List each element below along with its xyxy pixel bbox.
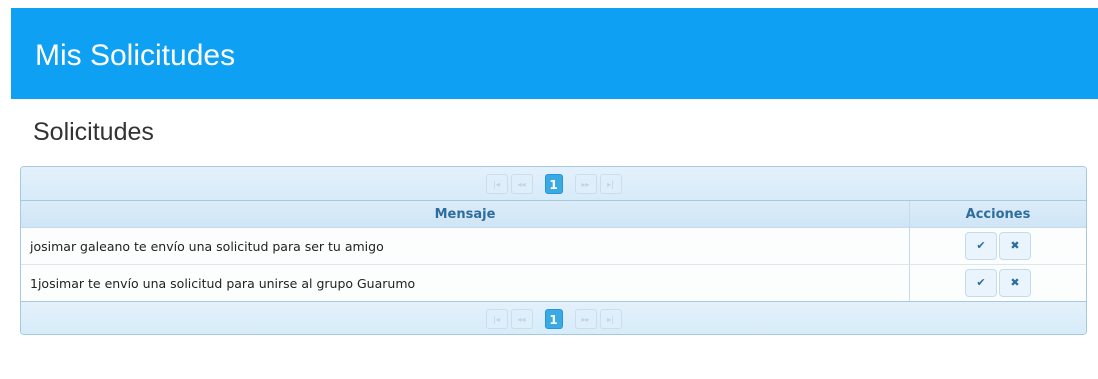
accept-button[interactable]: ✔: [965, 232, 997, 260]
requests-grid: |◂ ◂◂ 1 ▸▸ ▸| Mensaje Acciones josimar g…: [20, 166, 1087, 335]
row-actions: ✔ ✖: [909, 227, 1086, 265]
requests-table: Mensaje Acciones josimar galeano te enví…: [21, 201, 1086, 301]
page-title: Mis Solicitudes: [35, 39, 236, 72]
page-header: Mis Solicitudes: [11, 8, 1098, 99]
page-number-current[interactable]: 1: [544, 308, 563, 329]
accept-button[interactable]: ✔: [965, 269, 997, 297]
prev-page-icon[interactable]: ◂◂: [510, 308, 533, 329]
next-page-icon[interactable]: ▸▸: [574, 173, 597, 194]
reject-button[interactable]: ✖: [998, 269, 1031, 297]
row-actions: ✔ ✖: [910, 265, 1087, 302]
check-icon: ✔: [976, 239, 986, 252]
last-page-icon[interactable]: ▸|: [599, 308, 622, 329]
pager-bottom: |◂ ◂◂ 1 ▸▸ ▸|: [21, 301, 1086, 334]
check-icon: ✔: [976, 276, 986, 289]
row-message: 1josimar te envío una solicitud para uni…: [21, 264, 910, 301]
table-row: josimar galeano te envío una solicitud p…: [21, 227, 1086, 265]
column-header-mensaje[interactable]: Mensaje: [21, 201, 910, 228]
first-page-icon[interactable]: |◂: [485, 173, 508, 194]
table-header-row: Mensaje Acciones: [21, 201, 1086, 228]
row-message: josimar galeano te envío una solicitud p…: [21, 227, 910, 265]
first-page-icon[interactable]: |◂: [485, 308, 508, 329]
reject-button[interactable]: ✖: [998, 232, 1031, 260]
pager-top: |◂ ◂◂ 1 ▸▸ ▸|: [21, 167, 1086, 201]
last-page-icon[interactable]: ▸|: [599, 173, 622, 194]
table-row: 1josimar te envío una solicitud para uni…: [21, 264, 1087, 302]
page-number-current[interactable]: 1: [544, 173, 563, 194]
close-icon: ✖: [1010, 276, 1020, 289]
next-page-icon[interactable]: ▸▸: [574, 308, 597, 329]
column-header-acciones[interactable]: Acciones: [909, 201, 1086, 228]
prev-page-icon[interactable]: ◂◂: [510, 173, 533, 194]
close-icon: ✖: [1010, 239, 1020, 252]
section-title: Solicitudes: [33, 118, 154, 146]
